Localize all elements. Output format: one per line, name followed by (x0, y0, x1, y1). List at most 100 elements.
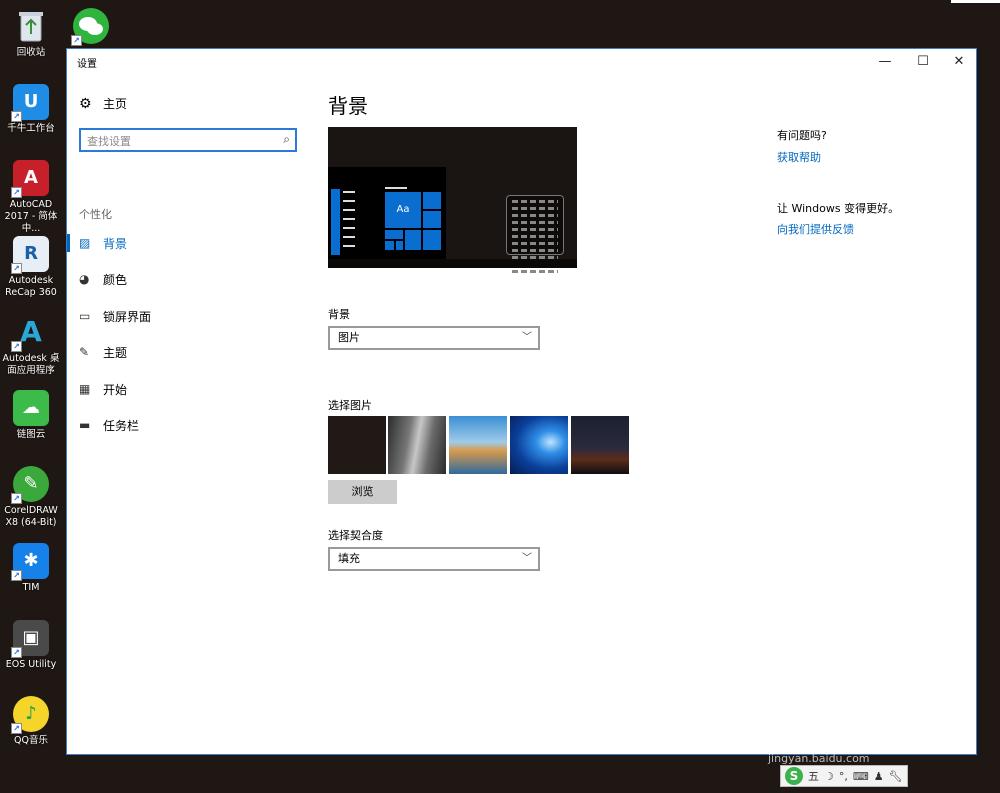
theme-icon: ✎ (79, 345, 90, 359)
background-label: 背景 (328, 308, 350, 321)
sogou-ime-icon[interactable]: S (785, 767, 803, 785)
title-bar: 设置 — ☐ ✕ (67, 49, 976, 73)
autodesk-desktop-app-icon: A ↗ (11, 314, 49, 352)
desktop-icon-label: EOS Utility (5, 659, 57, 670)
background-dropdown[interactable]: 图片 ﹀ (328, 326, 540, 350)
fit-dropdown[interactable]: 填充 ﹀ (328, 547, 540, 571)
ime-toolbar[interactable]: S 五 ☽ °, ⌨ ♟ 🔧︎ (780, 765, 908, 787)
nav-section-title: 个性化 (79, 208, 112, 221)
preview-start-menu: Aa (328, 167, 446, 259)
desktop-icon-eos-utility[interactable]: ▣ ↗ EOS Utility (0, 620, 62, 671)
minimize-button[interactable]: — (868, 49, 902, 73)
preview-calendar (506, 195, 564, 273)
nav-home-label: 主页 (103, 97, 128, 111)
moon-icon[interactable]: ☽ (824, 770, 834, 783)
nav-item-lock-screen[interactable]: ▭ 锁屏界面 (67, 305, 307, 327)
desktop-icon-autodesk-app[interactable]: A ↗ Autodesk 桌面应用程序 (0, 314, 62, 377)
desktop-icon-liantuyun[interactable]: ☁ 链图云 (0, 390, 62, 441)
baidu-watermark: Bai du 经验 (770, 703, 936, 736)
qq-music-icon: ♪ ↗ (11, 696, 49, 734)
nav-item-background[interactable]: ▨ 背景 (67, 232, 307, 254)
maximize-button[interactable]: ☐ (906, 49, 940, 73)
gear-icon: ⚙ (79, 95, 92, 112)
user-icon[interactable]: ♟ (874, 770, 884, 783)
settings-main: 背景 Aa 背景 图片 ﹀ 选择图片 浏览 选择契合度 填充 ﹀ (328, 73, 976, 754)
choose-picture-label: 选择图片 (328, 399, 372, 412)
preview-tile-label: Aa (385, 192, 421, 228)
search-icon[interactable]: ⌕ (283, 132, 290, 147)
nav-item-themes[interactable]: ✎ 主题 (67, 341, 307, 363)
fit-label: 选择契合度 (328, 529, 383, 542)
desktop-icon-coreldraw[interactable]: ✎ ↗ CorelDRAW X8 (64-Bit) (0, 466, 62, 529)
preview-taskbar (328, 259, 577, 268)
coreldraw-icon: ✎ ↗ (11, 466, 49, 504)
eos-utility-icon: ▣ ↗ (11, 620, 49, 658)
desktop-icon-recap[interactable]: R ↗ Autodesk ReCap 360 (0, 236, 62, 299)
liantuyun-icon: ☁ (13, 390, 49, 426)
improve-windows-text: 让 Windows 变得更好。 (777, 202, 900, 215)
nav-item-colors[interactable]: ◕ 颜色 (67, 268, 307, 290)
image-icon: ▨ (79, 236, 91, 250)
desktop-icon-label: Autodesk 桌面应用程序 (2, 353, 60, 376)
desktop-icon-tim[interactable]: ✱ ↗ TIM (0, 543, 62, 594)
tim-icon: ✱ ↗ (11, 543, 49, 581)
nav-item-label: 锁屏界面 (103, 309, 152, 324)
desktop-icon-label: TIM (22, 582, 40, 593)
nav-item-label: 开始 (103, 382, 128, 397)
wechat-icon: ↗ (71, 8, 109, 46)
recycle-bin-icon (13, 8, 49, 44)
picture-thumb-2[interactable] (388, 416, 446, 474)
baidu-watermark-url: jingyan.baidu.com (768, 752, 870, 765)
chevron-down-icon: ﹀ (522, 332, 532, 343)
search-input[interactable] (81, 131, 271, 152)
lock-screen-icon: ▭ (79, 309, 91, 323)
desktop-icon-wechat[interactable]: ↗ (60, 8, 122, 47)
qianniu-icon: U ↗ (11, 84, 49, 122)
settings-nav: ⚙ 主页 ⌕ 个性化 ▨ 背景 ◕ 颜色 ▭ 锁屏界面 ✎ 主题 ▦ 开始 ▬ (67, 73, 307, 754)
nav-item-label: 主题 (103, 345, 128, 360)
desktop-icon-label: Autodesk ReCap 360 (5, 275, 57, 298)
nav-item-label: 任务栏 (103, 418, 140, 433)
background-preview: Aa (328, 127, 577, 273)
desktop-icon-autocad[interactable]: A ↗ AutoCAD 2017 - 简体中... (0, 160, 62, 235)
picture-thumb-1[interactable] (328, 416, 386, 474)
desktop-icon-label: 回收站 (16, 47, 46, 58)
browse-button[interactable]: 浏览 (328, 480, 397, 504)
desktop-icon-label: 链图云 (16, 429, 46, 440)
get-help-link[interactable]: 获取帮助 (777, 149, 821, 165)
window-title: 设置 (77, 59, 97, 70)
keyboard-icon[interactable]: ⌨ (853, 770, 869, 783)
recap-icon: R ↗ (11, 236, 49, 274)
feedback-link[interactable]: 向我们提供反馈 (777, 221, 854, 237)
wrench-icon[interactable]: 🔧︎ (889, 770, 903, 783)
desktop-icon-label: AutoCAD 2017 - 简体中... (4, 199, 58, 234)
desktop-icon-recycle-bin[interactable]: 回收站 (0, 8, 62, 59)
taskbar-icon: ▬ (79, 418, 91, 432)
close-button[interactable]: ✕ (942, 49, 976, 73)
nav-item-start[interactable]: ▦ 开始 (67, 378, 307, 400)
palette-icon: ◕ (79, 272, 90, 286)
nav-home[interactable]: ⚙ 主页 (79, 95, 127, 112)
nav-item-taskbar[interactable]: ▬ 任务栏 (67, 414, 307, 436)
desktop-icon-qq-music[interactable]: ♪ ↗ QQ音乐 (0, 696, 62, 747)
picture-thumb-3[interactable] (449, 416, 507, 474)
chevron-down-icon: ﹀ (522, 553, 532, 564)
desktop-icon-qianniu[interactable]: U ↗ 千牛工作台 (0, 84, 62, 135)
desktop-icon-label: 千牛工作台 (7, 123, 55, 134)
settings-window: 设置 — ☐ ✕ ⚙ 主页 ⌕ 个性化 ▨ 背景 ◕ 颜色 ▭ 锁屏界面 ✎ 主… (66, 48, 977, 755)
screen-corner-strip (951, 0, 1000, 3)
nav-item-label: 颜色 (103, 272, 128, 287)
picture-thumb-4[interactable] (510, 416, 568, 474)
help-question: 有问题吗? (777, 129, 827, 142)
picture-thumb-5[interactable] (571, 416, 629, 474)
start-icon: ▦ (79, 382, 91, 396)
nav-item-label: 背景 (103, 236, 128, 251)
background-dropdown-value: 图片 (338, 331, 360, 344)
fit-dropdown-value: 填充 (338, 552, 360, 565)
autocad-icon: A ↗ (11, 160, 49, 198)
ime-mode[interactable]: 五 (808, 768, 819, 784)
desktop-icon-label: QQ音乐 (14, 735, 48, 746)
search-box[interactable]: ⌕ (79, 128, 297, 152)
punctuation-icon[interactable]: °, (839, 770, 848, 783)
desktop-icon-label: CorelDRAW X8 (64-Bit) (4, 505, 58, 528)
